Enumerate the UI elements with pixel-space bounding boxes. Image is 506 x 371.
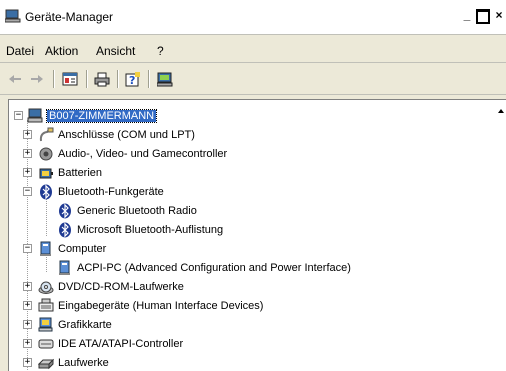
expand-expander[interactable]: + — [23, 130, 32, 139]
node-label[interactable]: Anschlüsse (COM und LPT) — [58, 129, 195, 141]
menu-aktion[interactable]: Aktion — [45, 44, 78, 58]
port-icon — [38, 127, 54, 143]
tree-node-dvd[interactable]: + DVD/CD-ROM-Laufwerke — [23, 277, 184, 296]
help-icon[interactable]: ? — [124, 70, 142, 88]
expand-expander[interactable]: + — [23, 282, 32, 291]
speaker-icon — [38, 146, 54, 162]
battery-icon — [38, 165, 54, 181]
node-label[interactable]: Laufwerke — [58, 357, 109, 369]
node-label[interactable]: DVD/CD-ROM-Laufwerke — [58, 281, 184, 293]
expand-expander[interactable]: + — [23, 339, 32, 348]
close-button[interactable]: × — [492, 7, 506, 23]
properties-icon[interactable] — [61, 70, 79, 88]
toolbar: ? — [0, 64, 506, 94]
tree-node-audio[interactable]: + Audio-, Video- und Gamecontroller — [23, 144, 227, 163]
tree-node-acpi[interactable]: ACPI-PC (Advanced Configuration and Powe… — [57, 258, 351, 277]
toolbar-separator — [117, 70, 119, 88]
forward-arrow-icon[interactable] — [28, 70, 46, 88]
display-icon — [38, 317, 54, 333]
tree-node-ms-bluetooth[interactable]: Microsoft Bluetooth-Auflistung — [57, 220, 223, 239]
tree-connector — [46, 196, 48, 236]
toolbar-divider — [0, 94, 506, 95]
bluetooth-icon — [57, 222, 73, 238]
tree-node-ide[interactable]: + IDE ATA/ATAPI-Controller — [23, 334, 183, 353]
bluetooth-icon — [38, 184, 54, 200]
computer-icon — [27, 108, 43, 124]
tree-node-generic-bluetooth[interactable]: Generic Bluetooth Radio — [57, 201, 197, 220]
tree-root[interactable]: − B007-ZIMMERMANN — [14, 106, 158, 125]
node-label[interactable]: Batterien — [58, 167, 102, 179]
scan-hardware-icon[interactable] — [156, 70, 174, 88]
expand-expander[interactable]: + — [23, 301, 32, 310]
bluetooth-icon — [57, 203, 73, 219]
device-manager-icon — [4, 9, 21, 23]
expand-expander[interactable]: + — [23, 320, 32, 329]
computer-name-label[interactable]: B007-ZIMMERMANN — [45, 108, 158, 123]
expand-expander[interactable]: + — [23, 358, 32, 367]
collapse-expander[interactable]: − — [23, 244, 32, 253]
toolbar-separator — [53, 70, 55, 88]
maximize-button[interactable] — [476, 9, 490, 24]
tree-node-graphics[interactable]: + Grafikkarte — [23, 315, 112, 334]
node-label[interactable]: IDE ATA/ATAPI-Controller — [58, 338, 183, 350]
menu-divider — [0, 62, 506, 63]
node-label[interactable]: Bluetooth-Funkgeräte — [58, 186, 164, 198]
node-label[interactable]: Microsoft Bluetooth-Auflistung — [77, 224, 223, 236]
node-label[interactable]: Computer — [58, 243, 106, 255]
collapse-root-expander[interactable]: − — [14, 111, 23, 120]
menu-help[interactable]: ? — [157, 44, 164, 58]
menu-datei[interactable]: Datei — [6, 44, 34, 58]
tree-node-drives[interactable]: + Laufwerke — [23, 353, 109, 371]
tree-node-ports[interactable]: + Anschlüsse (COM und LPT) — [23, 125, 195, 144]
menu-bar: Datei Aktion Ansicht ? — [0, 36, 506, 62]
node-label[interactable]: Audio-, Video- und Gamecontroller — [58, 148, 227, 160]
expand-expander[interactable]: + — [23, 168, 32, 177]
node-label[interactable]: Generic Bluetooth Radio — [77, 205, 197, 217]
node-label[interactable]: ACPI-PC (Advanced Configuration and Powe… — [77, 262, 351, 274]
toolbar-separator — [148, 70, 150, 88]
title-bar: Geräte-Manager _ × — [0, 0, 506, 34]
hard-drive-icon — [38, 355, 54, 371]
menu-ansicht[interactable]: Ansicht — [96, 44, 135, 58]
ide-controller-icon — [38, 336, 54, 352]
tree-node-batteries[interactable]: + Batterien — [23, 163, 102, 182]
tree-node-computer[interactable]: − Computer — [23, 239, 106, 258]
window-title: Geräte-Manager — [25, 10, 114, 24]
computer-tower-icon — [38, 241, 54, 257]
node-label[interactable]: Grafikkarte — [58, 319, 112, 331]
svg-text:?: ? — [129, 74, 135, 87]
cdrom-icon — [38, 279, 54, 295]
scroll-up-arrow-icon[interactable] — [498, 109, 504, 113]
title-divider — [0, 34, 506, 35]
printer-icon[interactable] — [93, 70, 111, 88]
minimize-button[interactable]: _ — [460, 7, 474, 23]
keyboard-icon — [38, 298, 54, 314]
back-arrow-icon[interactable] — [6, 70, 24, 88]
computer-tower-icon — [57, 260, 73, 276]
toolbar-separator — [86, 70, 88, 88]
tree-node-bluetooth[interactable]: − Bluetooth-Funkgeräte — [23, 182, 164, 201]
collapse-expander[interactable]: − — [23, 187, 32, 196]
device-tree[interactable]: − B007-ZIMMERMANN + Anschlüsse (COM und … — [8, 99, 506, 371]
expand-expander[interactable]: + — [23, 149, 32, 158]
node-label[interactable]: Eingabegeräte (Human Interface Devices) — [58, 300, 263, 312]
tree-node-hid[interactable]: + Eingabegeräte (Human Interface Devices… — [23, 296, 263, 315]
